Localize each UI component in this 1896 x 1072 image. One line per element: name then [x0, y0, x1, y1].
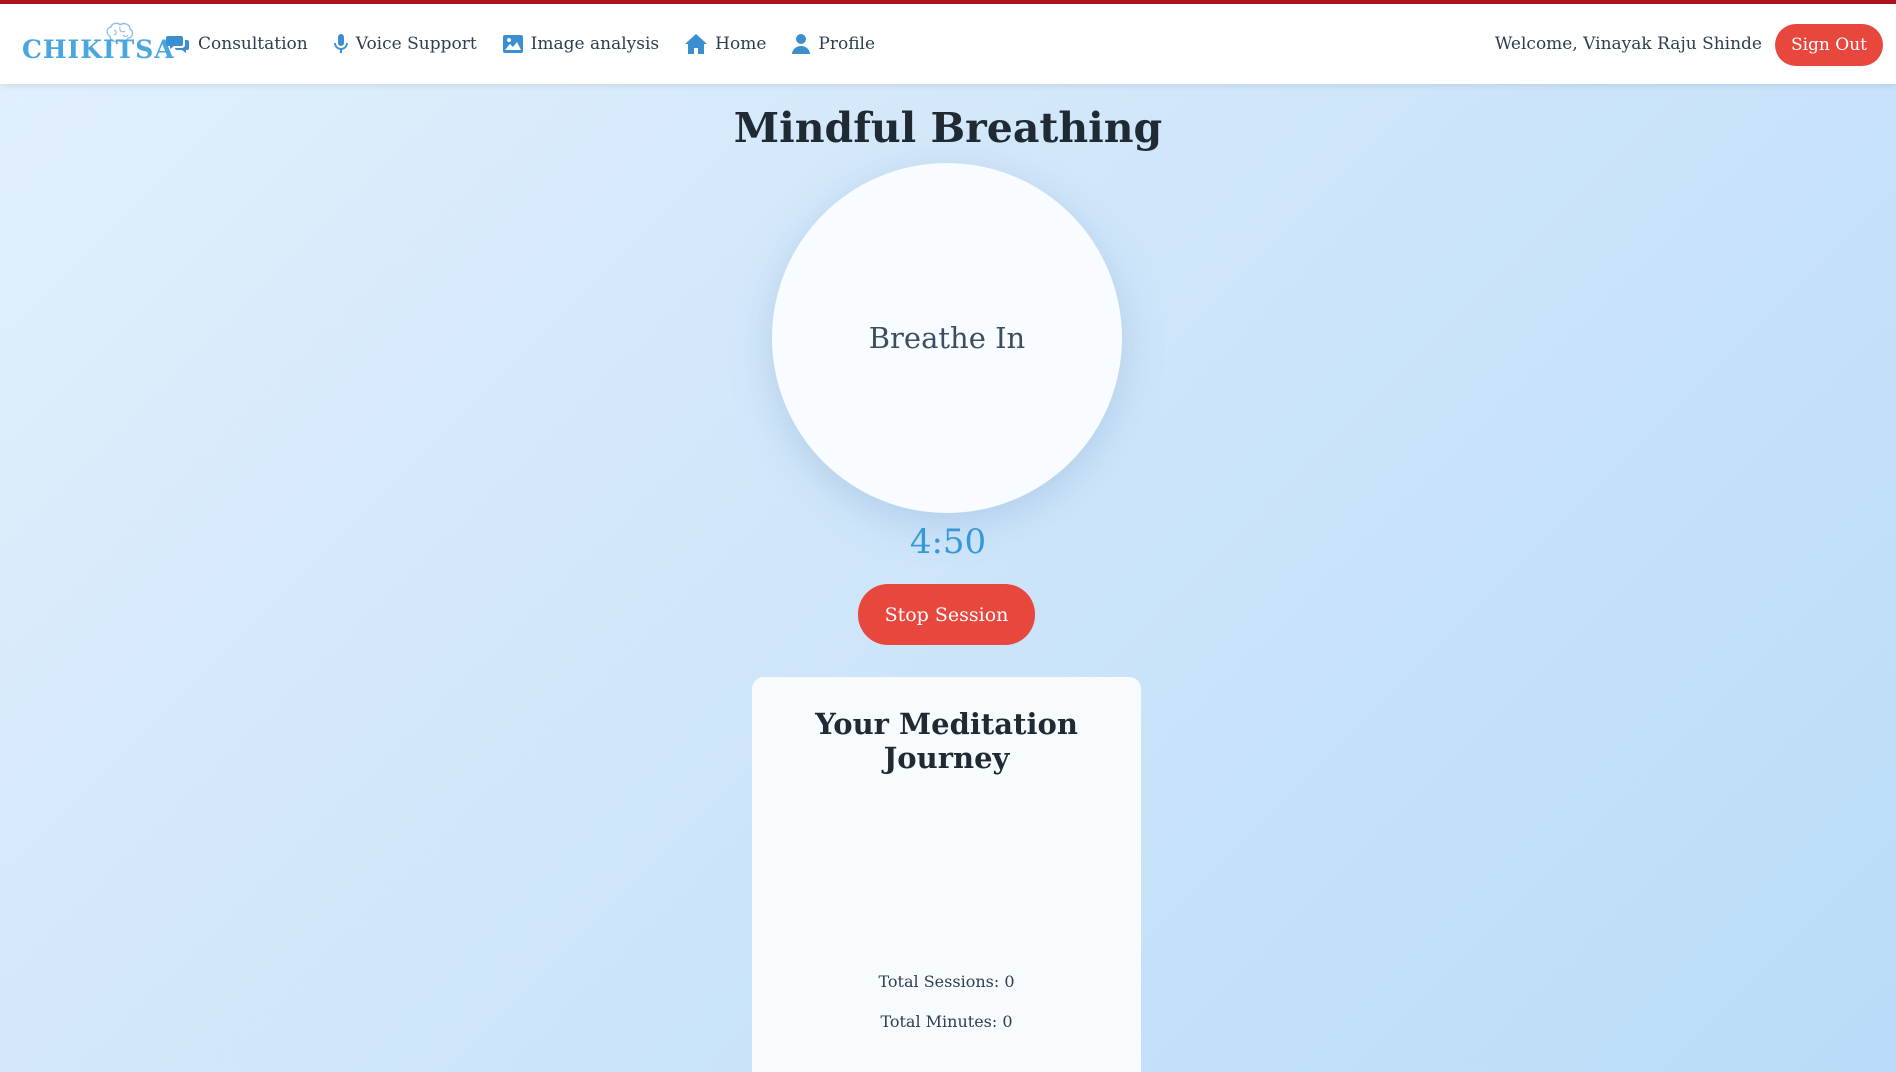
session-timer: 4:50 [909, 522, 987, 562]
nav-item-profile[interactable]: Profile [792, 34, 875, 54]
nav-item-consultation[interactable]: Consultation [166, 34, 308, 54]
user-icon [792, 34, 811, 54]
image-icon [502, 35, 523, 53]
nav-item-label: Voice Support [355, 34, 477, 54]
stop-session-button[interactable]: Stop Session [858, 584, 1035, 645]
breathing-circle: Breathe In [772, 163, 1122, 513]
brand-logo[interactable]: CHIKITSA [22, 22, 174, 64]
sign-out-button[interactable]: Sign Out [1775, 24, 1883, 66]
chat-bubbles-icon [166, 36, 189, 53]
nav-item-label: Consultation [198, 34, 308, 54]
nav-item-label: Home [715, 34, 767, 54]
nav-item-voice-support[interactable]: Voice Support [333, 34, 477, 54]
meditation-journey-card: Your Meditation Journey Total Sessions: … [752, 677, 1141, 1072]
logo-text: CHIKITSA [22, 35, 175, 64]
nav-item-label: Profile [818, 34, 876, 54]
nav-item-label: Image analysis [530, 34, 660, 54]
welcome-text: Welcome, Vinayak Raju Shinde [1494, 34, 1762, 54]
microphone-icon [333, 34, 348, 53]
navbar: CHIKITSA Consultation Voice Support Imag… [0, 4, 1896, 84]
breath-instruction: Breathe In [868, 321, 1026, 355]
page-title: Mindful Breathing [733, 104, 1163, 152]
journey-title: Your Meditation Journey [815, 707, 1078, 775]
home-icon [685, 34, 708, 54]
total-sessions: Total Sessions: 0 [878, 972, 1015, 991]
nav-links: Consultation Voice Support Image analysi… [166, 4, 901, 84]
nav-item-image-analysis[interactable]: Image analysis [502, 34, 660, 54]
total-minutes: Total Minutes: 0 [880, 1012, 1013, 1031]
nav-item-home[interactable]: Home [685, 34, 766, 54]
